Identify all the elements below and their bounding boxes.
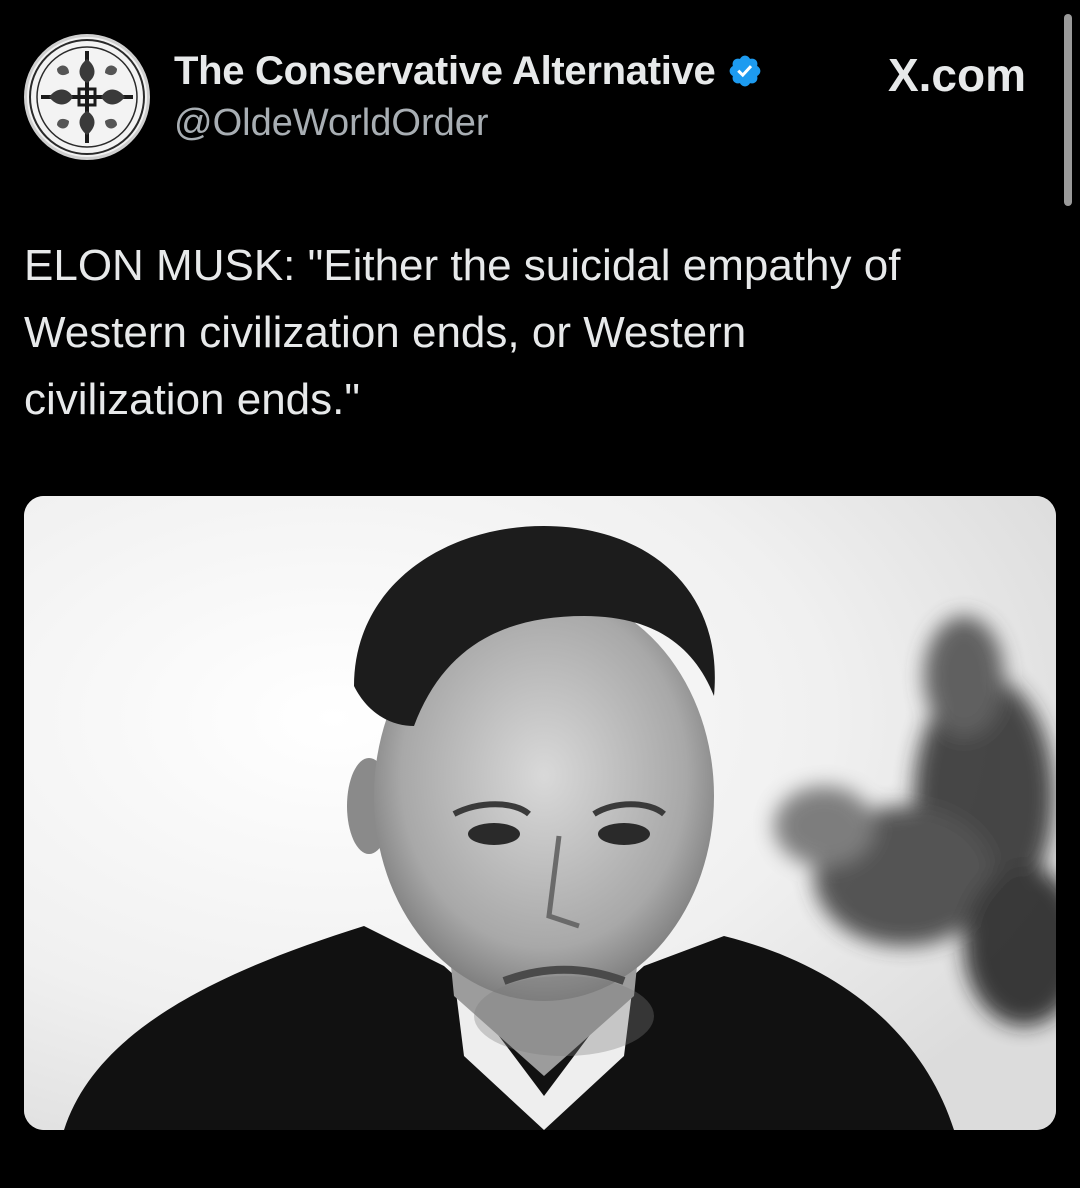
display-name-row: The Conservative Alternative bbox=[174, 44, 763, 98]
tweet-text-line: civilization ends." bbox=[24, 375, 360, 424]
tweet-photo[interactable] bbox=[24, 496, 1056, 1130]
author-names: The Conservative Alternative @OldeWorldO… bbox=[174, 44, 763, 145]
scrollbar-thumb[interactable] bbox=[1064, 14, 1072, 206]
tweet-header: The Conservative Alternative @OldeWorldO… bbox=[24, 30, 1034, 170]
portrait-photo bbox=[24, 496, 1056, 1130]
tweet-text-line: ELON MUSK: "Either the suicidal empathy … bbox=[24, 241, 901, 290]
emblem-icon bbox=[29, 39, 145, 155]
verified-badge-icon bbox=[730, 55, 761, 87]
author-display-name[interactable]: The Conservative Alternative bbox=[174, 49, 716, 94]
tweet-text: ELON MUSK: "Either the suicidal empathy … bbox=[24, 232, 1024, 433]
avatar[interactable] bbox=[24, 34, 150, 160]
author-handle[interactable]: @OldeWorldOrder bbox=[174, 102, 763, 145]
brand-label[interactable]: X.com bbox=[888, 48, 1026, 102]
tweet-text-line: Western civilization ends, or Western bbox=[24, 308, 747, 357]
